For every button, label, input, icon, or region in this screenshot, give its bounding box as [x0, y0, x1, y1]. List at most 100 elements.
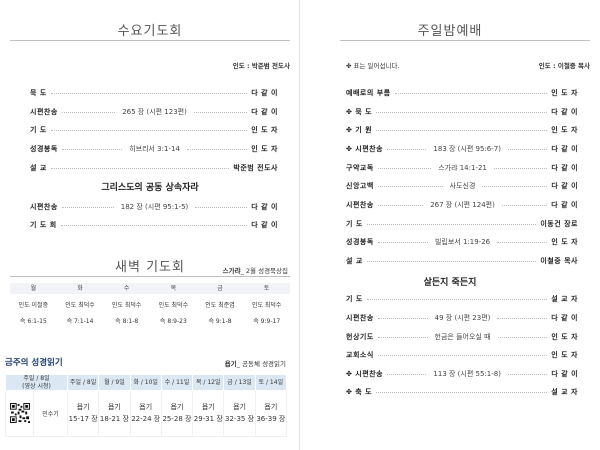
sun-row-2-right: 인 도 자: [551, 126, 578, 134]
wed-row-1-right: 다 같 이: [251, 108, 278, 116]
sun-row-8: 성경봉독 빌립보서 1:19-26 인 도 자: [346, 236, 578, 248]
sun-row-5-mid: 사도신경: [449, 182, 476, 190]
sun-row-8-right: 인 도 자: [551, 238, 579, 246]
sun-row-4-mid: 스가랴 14:1-21: [438, 164, 487, 172]
bible-reading-cell: 욥기 22-24 장: [129, 390, 162, 437]
bible-reading-chapters: 32-35 장: [225, 414, 255, 423]
sunday-title: 주일밤예배: [417, 24, 483, 39]
sun-row-3: ✤ 시편찬송 183 장 (시편 95:6-7) 다 같 이: [346, 143, 578, 155]
bible-reading-cell: 욥기 18-21 장: [98, 390, 131, 437]
bible-reading-book: 욥기: [76, 403, 90, 412]
sun-row-1: ✤ 묵 도 다 같 이: [346, 106, 578, 118]
bible-reading-table: 주일 / 8일 (영상 시청) 주일 / 8일 월 / 9일 화 / 10일 수…: [5, 374, 288, 437]
dawn-day-fri: 금: [217, 285, 223, 292]
bible-header-date: 주일 / 8일: [66, 374, 100, 391]
sun-row2-5-label: ✤ 축 도: [346, 388, 373, 396]
sun-row2-5-right: 설 교 자: [551, 388, 578, 396]
bible-book: 욥기: [224, 360, 237, 368]
sun-row2-0-label: 기 도: [346, 295, 363, 303]
wed-row2-0-label: 시편찬송: [30, 203, 58, 211]
wed-row-3-mid: 히브리서 3:1-14: [129, 145, 180, 153]
bible-row-label: 민수기: [33, 390, 68, 437]
dawn-leader: 인도 최덕수: [251, 302, 282, 309]
dawn-days-header: 월 화 수 목 금 토: [10, 283, 290, 294]
wed-row-0-label: 묵 도: [30, 89, 47, 97]
bible-reading-cell: 욥기 36-39 장: [254, 390, 288, 437]
bible-reading-chapters: 22-24 장: [131, 414, 161, 423]
bible-reading-book: 욥기: [139, 403, 153, 412]
sun-row2-0: 기 도 설 교 자: [346, 293, 578, 305]
bible-reading-cell: 욥기 32-35 장: [223, 390, 256, 437]
sun-row2-2-label: 헌상기도: [346, 333, 374, 341]
sun-row2-2-mid: 헌금은 들어오실 때: [434, 333, 491, 341]
sun-row2-3: 교회소식 인 도 자: [346, 349, 578, 361]
dawn-book-note: _ 2월 성경묵상집: [240, 267, 288, 275]
wed-row2-1-right: 다 같 이: [251, 221, 278, 229]
bible-header-date: 수 / 11일: [160, 374, 194, 391]
sun-row2-1-right: 다 같 이: [551, 314, 578, 322]
sun-row-6: 시편찬송 267 장 (시편 124편) 다 같 이: [346, 199, 578, 211]
sunday-preacher: 인도 : 이철중 목사: [538, 62, 590, 70]
sunday-title-rule: [340, 40, 590, 41]
sun-row-9-label: 설 교: [346, 257, 363, 265]
sun-row2-4-label: ✤ 시편찬송: [346, 370, 384, 378]
sun-row-6-label: 시편찬송: [346, 201, 374, 209]
bible-reading-book: 욥기: [170, 403, 184, 412]
sun-row2-2-right: 인 도 자: [551, 333, 579, 341]
wed-row-0: 묵 도 다 같 이: [30, 87, 278, 99]
wed-row-4-label: 설 교: [30, 164, 47, 172]
bible-book-note: _ 공동체 성경읽기: [236, 360, 286, 368]
bible-title: 금주의 성경읽기: [5, 358, 63, 368]
dawn-book: 스가랴: [222, 267, 241, 275]
wed-row-4-right: 박준범 전도사: [233, 164, 278, 172]
dawn-day-thu: 목: [170, 285, 177, 292]
sun-row-1-right: 다 같 이: [551, 108, 578, 116]
sun-row2-3-label: 교회소식: [346, 351, 374, 359]
bible-reading-chapters: 29-31 장: [193, 414, 223, 423]
wed-row-2-right: 인 도 자: [251, 126, 278, 134]
qr-code-icon: [9, 402, 30, 423]
left-column: 수요기도회 인도 : 박준범 전도사 묵 도 다 같 이 시편찬송 265 장 …: [0, 0, 300, 450]
wed-row-1-label: 시편찬송: [30, 108, 58, 116]
sun-row-5-label: 신앙고백: [346, 182, 374, 190]
sun-row2-1: 시편찬송 49 장 (시편 23편) 다 같 이: [346, 312, 578, 324]
bible-reading-chapters: 15-17 장: [68, 414, 98, 423]
dawn-passage: 슥 8:9-23: [159, 318, 187, 325]
sun-row2-0-right: 설 교 자: [551, 295, 578, 303]
sun-row-9-right: 이철중 목사: [540, 257, 578, 265]
sun-row-0-label: 예배로의 부름: [346, 89, 391, 97]
sun-row-3-right: 다 같 이: [551, 145, 579, 153]
wednesday-sermon-title: 그리스도의 공동 상속자라: [101, 183, 199, 193]
bible-header-first: 주일 / 8일 (영상 시청): [5, 374, 68, 391]
sunday-sermon-title: 살든지 죽든지: [423, 278, 477, 288]
sun-row2-3-right: 인 도 자: [551, 351, 578, 359]
dawn-passage: 슥 9:1-8: [208, 318, 232, 325]
sun-row-3-label: ✤ 시편찬송: [346, 145, 384, 153]
right-column: 주일밤예배 ✤ 표는 일어섭니다. 인도 : 이철중 목사 예배로의 부름 인 …: [300, 0, 600, 450]
bible-header-date: 토 / 14일: [254, 374, 288, 391]
bible-reading-book: 욥기: [201, 403, 215, 412]
qr-code[interactable]: [5, 390, 34, 437]
dawn-leader: 인도 최덕수: [65, 302, 95, 309]
dawn-leader: 인도 이철중: [18, 302, 49, 309]
bible-reading-chapters: 25-28 장: [162, 414, 192, 423]
bible-book-line: 욥기_ 공동체 성경읽기: [225, 358, 286, 368]
dawn-cell-mon: 인도 이철중 슥 6:1-15: [10, 298, 57, 330]
sun-row2-4-right: 다 같 이: [551, 370, 579, 378]
bible-header-date: 월 / 9일: [98, 374, 131, 391]
dawn-passage: 슥 8:1-8: [115, 318, 139, 325]
wed-row-3-label: 성경봉독: [30, 145, 58, 153]
wed-row2-1: 기 도 회 다 같 이: [30, 219, 278, 231]
dawn-leader: 인도 최덕수: [158, 302, 189, 309]
bible-reading-chapters: 18-21 장: [99, 414, 129, 423]
bible-table-row: 민수기 욥기 15-17 장 욥기 18-21 장 욥기 22-24 장 욥기 25-2…: [5, 390, 288, 437]
sun-row-8-mid: 빌립보서 1:19-26: [434, 238, 491, 246]
dawn-cell-tue: 인도 최덕수 슥 7:1-14: [57, 298, 104, 330]
dawn-day-wed: 수: [123, 285, 130, 292]
wed-row-4: 설 교 박준범 전도사: [30, 162, 278, 174]
bible-reading-book: 욥기: [107, 403, 121, 412]
bible-reading-cell: 욥기 15-17 장: [66, 390, 100, 437]
sun-row2-1-mid: 49 장 (시편 23편): [434, 314, 491, 322]
bible-reading-cell: 욥기 29-31 장: [192, 390, 225, 437]
sun-row-4-label: 구약교독: [346, 164, 374, 172]
